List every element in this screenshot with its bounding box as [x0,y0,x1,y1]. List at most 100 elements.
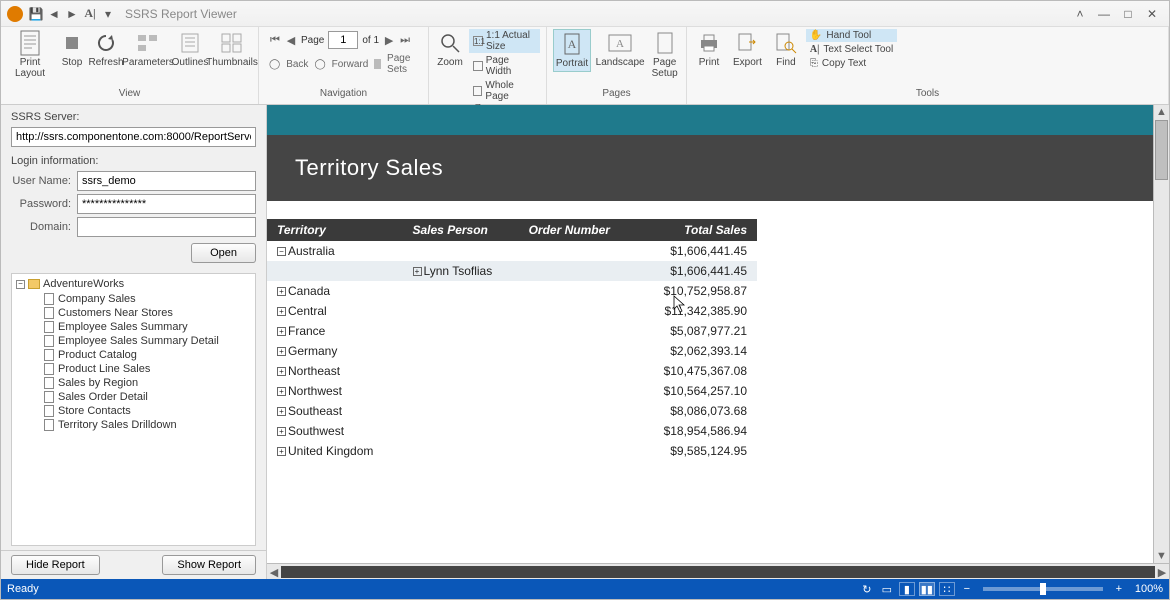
tree-leaf-label: Store Contacts [58,405,131,417]
scroll-right-button[interactable]: ▶ [1155,564,1169,580]
expand-icon[interactable]: + [277,347,286,356]
prev-page-button[interactable]: ◀ [285,34,297,46]
report-title: Territory Sales [295,155,1125,181]
find-button[interactable]: Find [770,29,802,70]
thumbnails-button[interactable]: Thumbnails [209,29,255,70]
col-territory: Territory [267,219,403,241]
expand-icon[interactable]: + [277,367,286,376]
expand-icon[interactable]: + [277,387,286,396]
status-view3-icon[interactable]: ∷ [939,582,955,596]
qat-dropdown-icon[interactable]: ▾ [101,7,115,21]
zoom-page-width[interactable]: Page Width [469,54,540,78]
svg-text:A: A [568,37,577,51]
next-page-button[interactable]: ▶ [383,34,395,46]
total-sales-value: $10,564,257.10 [637,381,757,401]
vertical-scrollbar[interactable]: ▲ ▼ [1153,105,1169,563]
collapse-icon[interactable]: − [277,247,286,256]
qat-font-icon[interactable]: A| [83,7,97,21]
expand-icon[interactable]: + [413,267,422,276]
tree-leaf[interactable]: Customers Near Stores [16,306,251,320]
status-page-icon[interactable]: ▭ [879,582,895,596]
page-sets-button[interactable]: Page Sets [387,53,418,75]
scroll-down-button[interactable]: ▼ [1154,549,1169,563]
username-input[interactable] [77,171,256,191]
page-number-input[interactable] [328,31,358,49]
open-button[interactable]: Open [191,243,256,263]
expand-icon[interactable]: + [277,427,286,436]
text-select-tool-button[interactable]: A|Text Select Tool [806,43,897,56]
tree-leaf[interactable]: Employee Sales Summary [16,320,251,334]
status-view1-icon[interactable]: ▮ [899,582,915,596]
print-layout-button[interactable]: Print Layout [7,29,53,81]
forward-button[interactable]: Forward [332,59,369,70]
page-setup-button[interactable]: Page Setup [649,29,680,81]
status-view2-icon[interactable]: ▮▮ [919,582,935,596]
print-button[interactable]: Print [693,29,725,70]
zoom-in-button[interactable]: + [1111,582,1127,596]
zoom-slider[interactable] [983,587,1103,591]
refresh-button[interactable]: Refresh [91,29,121,70]
expand-icon[interactable]: + [277,287,286,296]
history-forward-icon[interactable]: ◯ [314,58,325,70]
qat-save-icon[interactable]: 💾 [29,7,43,21]
report-scroll[interactable]: Territory Sales Territory Sales Person O… [267,105,1153,563]
hscroll-thumb[interactable] [281,566,1155,578]
show-report-button[interactable]: Show Report [162,555,256,575]
tree-leaf[interactable]: Employee Sales Summary Detail [16,334,251,348]
last-page-button[interactable]: ⏭ [399,34,411,46]
zoom-out-button[interactable]: − [959,582,975,596]
tree-leaf[interactable]: Territory Sales Drilldown [16,418,251,432]
status-refresh-icon[interactable]: ↻ [859,582,875,596]
outlines-icon [178,31,202,55]
ssrs-server-input[interactable] [11,127,256,147]
territory-name: Central [288,304,327,318]
tree-collapse-icon[interactable]: − [16,280,25,289]
tree-leaf[interactable]: Company Sales [16,292,251,306]
portrait-icon: A [560,32,584,56]
qat-forward-icon[interactable]: ► [65,7,79,21]
stop-button[interactable]: Stop [57,29,87,70]
parameters-button[interactable]: Parameters [125,29,171,70]
scroll-up-button[interactable]: ▲ [1154,105,1169,119]
zoom-actual-size[interactable]: 1:11:1 Actual Size [469,29,540,53]
tree-leaf-label: Employee Sales Summary Detail [58,335,219,347]
horizontal-scrollbar[interactable]: ◀ ▶ [267,563,1169,579]
minimize-button[interactable]: — [1093,5,1115,23]
report-tree[interactable]: − AdventureWorks Company SalesCustomers … [11,273,256,546]
expand-icon[interactable]: + [277,327,286,336]
domain-input[interactable] [77,217,256,237]
expand-icon[interactable]: + [277,307,286,316]
scroll-thumb[interactable] [1155,120,1168,180]
maximize-button[interactable]: □ [1117,5,1139,23]
qat-back-icon[interactable]: ◄ [47,7,61,21]
zoom-whole-page[interactable]: Whole Page [469,79,540,103]
tree-leaf[interactable]: Sales by Region [16,376,251,390]
tree-leaf[interactable]: Product Catalog [16,348,251,362]
landscape-button[interactable]: A Landscape [595,29,645,70]
zoom-button[interactable]: Zoom [435,29,465,70]
hand-tool-button[interactable]: ✋Hand Tool [806,29,897,42]
tree-leaf[interactable]: Store Contacts [16,404,251,418]
statusbar: Ready ↻ ▭ ▮ ▮▮ ∷ − + 100% [1,579,1169,599]
report-file-icon [44,321,54,333]
first-page-button[interactable]: ⏮ [269,34,281,46]
portrait-button[interactable]: A Portrait [553,29,591,72]
hide-report-button[interactable]: Hide Report [11,555,100,575]
back-button[interactable]: Back [286,59,308,70]
report-file-icon [44,349,54,361]
tree-root[interactable]: − AdventureWorks [16,278,251,290]
expand-icon[interactable]: + [277,407,286,416]
close-button[interactable]: ✕ [1141,5,1163,23]
expand-icon[interactable]: + [277,447,286,456]
export-button[interactable]: Export [729,29,766,70]
password-input[interactable] [77,194,256,214]
history-back-icon[interactable]: ◯ [269,58,280,70]
print-icon [697,31,721,55]
tree-leaf[interactable]: Sales Order Detail [16,390,251,404]
col-sales-person: Sales Person [403,219,519,241]
outlines-button[interactable]: Outlines [175,29,205,70]
tree-leaf[interactable]: Product Line Sales [16,362,251,376]
copy-text-button[interactable]: ⎘Copy Text [806,57,897,70]
scroll-left-button[interactable]: ◀ [267,564,281,580]
ribbon-collapse-icon[interactable]: ˄ [1069,5,1091,23]
